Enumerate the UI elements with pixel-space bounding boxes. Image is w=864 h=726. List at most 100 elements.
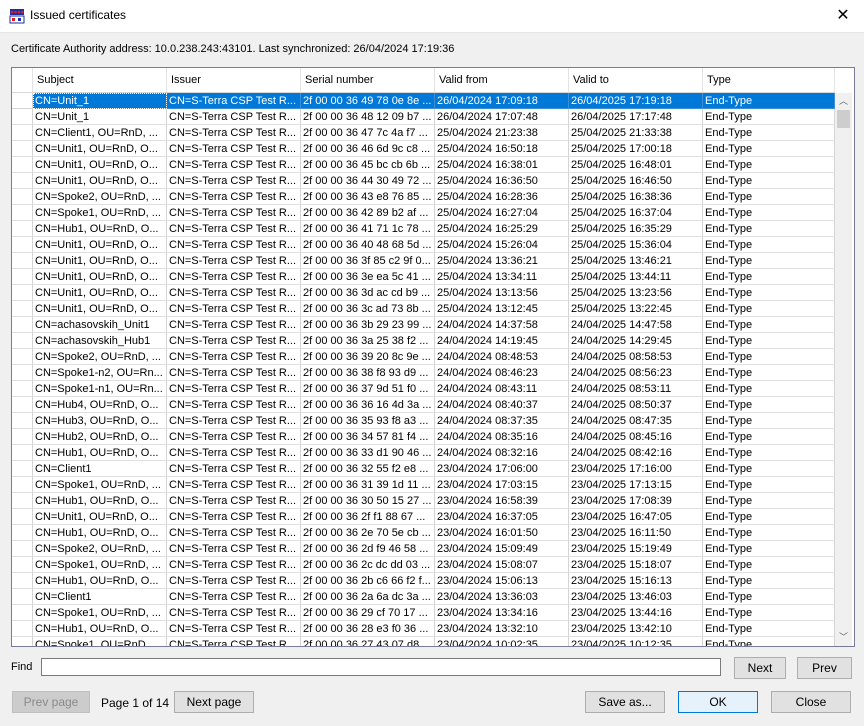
row-header-cell[interactable] [12, 189, 33, 205]
table-row[interactable]: CN=Client1 CN=S-Terra CSP Test R... 2f 00 … [12, 589, 835, 605]
row-header-cell[interactable] [12, 365, 33, 381]
row-header-cell[interactable] [12, 381, 33, 397]
table-row[interactable]: CN=Spoke1, OU=RnD, ... CN=S-Terra CSP Tes… [12, 205, 835, 221]
row-header-cell[interactable] [12, 589, 33, 605]
row-header-cell[interactable] [12, 493, 33, 509]
vertical-scrollbar[interactable]: ︿ ﹀ [835, 93, 852, 646]
row-header-cell[interactable] [12, 317, 33, 333]
row-header-cell[interactable] [12, 445, 33, 461]
window-title: Issued certificates [30, 8, 127, 22]
row-header-cell[interactable] [12, 509, 33, 525]
cell-subject: CN=Hub3, OU=RnD, O... [33, 413, 167, 429]
row-header-cell[interactable] [12, 301, 33, 317]
row-header-cell[interactable] [12, 557, 33, 573]
table-row[interactable]: CN=achasovskih_Unit1 CN=S-Terra CSP Test … [12, 317, 835, 333]
column-header-valid-from[interactable]: Valid from [435, 68, 569, 92]
row-header-cell[interactable] [12, 205, 33, 221]
ok-button[interactable]: OK [678, 691, 758, 713]
row-header-cell[interactable] [12, 573, 33, 589]
table-row[interactable]: CN=Unit1, OU=RnD, O... CN=S-Terra CSP Tes… [12, 141, 835, 157]
cell-serial: 2f 00 00 36 44 30 49 72 ... [301, 173, 435, 189]
table-row[interactable]: CN=Hub1, OU=RnD, O... CN=S-Terra CSP Test… [12, 573, 835, 589]
next-page-button[interactable]: Next page [174, 691, 254, 713]
table-row[interactable]: CN=Unit1, OU=RnD, O... CN=S-Terra CSP Tes… [12, 157, 835, 173]
certificates-table[interactable]: Subject Issuer Serial number Valid from … [11, 67, 855, 647]
table-row[interactable]: CN=Spoke2, OU=RnD, ... CN=S-Terra CSP Tes… [12, 349, 835, 365]
row-header-cell[interactable] [12, 109, 33, 125]
table-row[interactable]: CN=Unit1, OU=RnD, O... CN=S-Terra CSP Tes… [12, 269, 835, 285]
row-header-cell[interactable] [12, 93, 33, 109]
table-row[interactable]: CN=Unit_1 CN=S-Terra CSP Test R... 2f 00 0… [12, 109, 835, 125]
table-row[interactable]: CN=Unit_1 CN=S-Terra CSP Test R... 2f 00 0… [12, 93, 835, 109]
table-row[interactable]: CN=Unit1, OU=RnD, O... CN=S-Terra CSP Tes… [12, 237, 835, 253]
table-row[interactable]: CN=Spoke1, OU=RnD, ... CN=S-Terra CSP Tes… [12, 637, 835, 646]
find-next-button[interactable]: Next [734, 657, 786, 679]
table-row[interactable]: CN=Hub1, OU=RnD, O... CN=S-Terra CSP Test… [12, 525, 835, 541]
cell-valid-to: 23/04/2025 16:47:05 [569, 509, 703, 525]
table-row[interactable]: CN=Spoke1-n2, OU=Rn... CN=S-Terra CSP Tes… [12, 365, 835, 381]
row-header-cell[interactable] [12, 541, 33, 557]
row-header-cell[interactable] [12, 525, 33, 541]
row-header-cell[interactable] [12, 173, 33, 189]
row-header-cell[interactable] [12, 157, 33, 173]
table-row[interactable]: CN=achasovskih_Hub1 CN=S-Terra CSP Test R… [12, 333, 835, 349]
row-header-cell[interactable] [12, 413, 33, 429]
row-header-cell[interactable] [12, 461, 33, 477]
table-row[interactable]: CN=Spoke1-n1, OU=Rn... CN=S-Terra CSP Tes… [12, 381, 835, 397]
column-header-valid-to[interactable]: Valid to [569, 68, 703, 92]
cell-subject: CN=Hub1, OU=RnD, O... [33, 493, 167, 509]
table-row[interactable]: CN=Hub2, OU=RnD, O... CN=S-Terra CSP Test… [12, 429, 835, 445]
table-row[interactable]: CN=Unit1, OU=RnD, O... CN=S-Terra CSP Tes… [12, 509, 835, 525]
table-row[interactable]: CN=Spoke2, OU=RnD, ... CN=S-Terra CSP Tes… [12, 541, 835, 557]
column-header-type[interactable]: Type [703, 68, 835, 92]
table-row[interactable]: CN=Hub1, OU=RnD, O... CN=S-Terra CSP Test… [12, 621, 835, 637]
table-row[interactable]: CN=Hub1, OU=RnD, O... CN=S-Terra CSP Test… [12, 445, 835, 461]
cell-type: End-Type [703, 269, 835, 285]
table-row[interactable]: CN=Spoke1, OU=RnD, ... CN=S-Terra CSP Tes… [12, 557, 835, 573]
row-header-cell[interactable] [12, 285, 33, 301]
row-header-cell[interactable] [12, 349, 33, 365]
row-header-cell[interactable] [12, 269, 33, 285]
table-row[interactable]: CN=Unit1, OU=RnD, O... CN=S-Terra CSP Tes… [12, 173, 835, 189]
close-button[interactable]: Close [771, 691, 851, 713]
row-header-cell[interactable] [12, 429, 33, 445]
table-row[interactable]: CN=Spoke2, OU=RnD, ... CN=S-Terra CSP Tes… [12, 189, 835, 205]
cell-issuer: CN=S-Terra CSP Test R... [167, 429, 301, 445]
row-header-cell[interactable] [12, 333, 33, 349]
row-header-cell[interactable] [12, 605, 33, 621]
table-row[interactable]: CN=Client1 CN=S-Terra CSP Test R... 2f 00 … [12, 461, 835, 477]
row-header-cell[interactable] [12, 621, 33, 637]
cell-issuer: CN=S-Terra CSP Test R... [167, 365, 301, 381]
row-header-cell[interactable] [12, 141, 33, 157]
table-row[interactable]: CN=Unit1, OU=RnD, O... CN=S-Terra CSP Tes… [12, 285, 835, 301]
table-row[interactable]: CN=Hub4, OU=RnD, O... CN=S-Terra CSP Test… [12, 397, 835, 413]
save-as-button[interactable]: Save as... [585, 691, 665, 713]
scroll-down-icon[interactable]: ﹀ [835, 629, 852, 646]
window-close-button[interactable]: ✕ [832, 5, 854, 27]
cell-serial: 2f 00 00 36 37 9d 51 f0 ... [301, 381, 435, 397]
table-row[interactable]: CN=Client1, OU=RnD, ... CN=S-Terra CSP Te… [12, 125, 835, 141]
row-header-cell[interactable] [12, 221, 33, 237]
column-header-serial[interactable]: Serial number [301, 68, 435, 92]
row-header-cell[interactable] [12, 237, 33, 253]
table-row[interactable]: CN=Hub1, OU=RnD, O... CN=S-Terra CSP Test… [12, 221, 835, 237]
table-row[interactable]: CN=Hub1, OU=RnD, O... CN=S-Terra CSP Test… [12, 493, 835, 509]
row-header-cell[interactable] [12, 637, 33, 646]
table-row[interactable]: CN=Spoke1, OU=RnD, ... CN=S-Terra CSP Tes… [12, 477, 835, 493]
row-header-cell[interactable] [12, 253, 33, 269]
column-header-issuer[interactable]: Issuer [167, 68, 301, 92]
cell-type: End-Type [703, 333, 835, 349]
row-header-cell[interactable] [12, 397, 33, 413]
find-prev-button[interactable]: Prev [797, 657, 852, 679]
row-header-cell[interactable] [12, 477, 33, 493]
prev-page-button[interactable]: Prev page [12, 691, 90, 713]
column-header-subject[interactable]: Subject [33, 68, 167, 92]
scrollbar-thumb[interactable] [837, 110, 850, 128]
scroll-up-icon[interactable]: ︿ [835, 93, 852, 110]
table-row[interactable]: CN=Unit1, OU=RnD, O... CN=S-Terra CSP Tes… [12, 301, 835, 317]
row-header-cell[interactable] [12, 125, 33, 141]
table-row[interactable]: CN=Spoke1, OU=RnD, ... CN=S-Terra CSP Tes… [12, 605, 835, 621]
find-input[interactable] [41, 658, 721, 676]
table-row[interactable]: CN=Unit1, OU=RnD, O... CN=S-Terra CSP Tes… [12, 253, 835, 269]
table-row[interactable]: CN=Hub3, OU=RnD, O... CN=S-Terra CSP Test… [12, 413, 835, 429]
